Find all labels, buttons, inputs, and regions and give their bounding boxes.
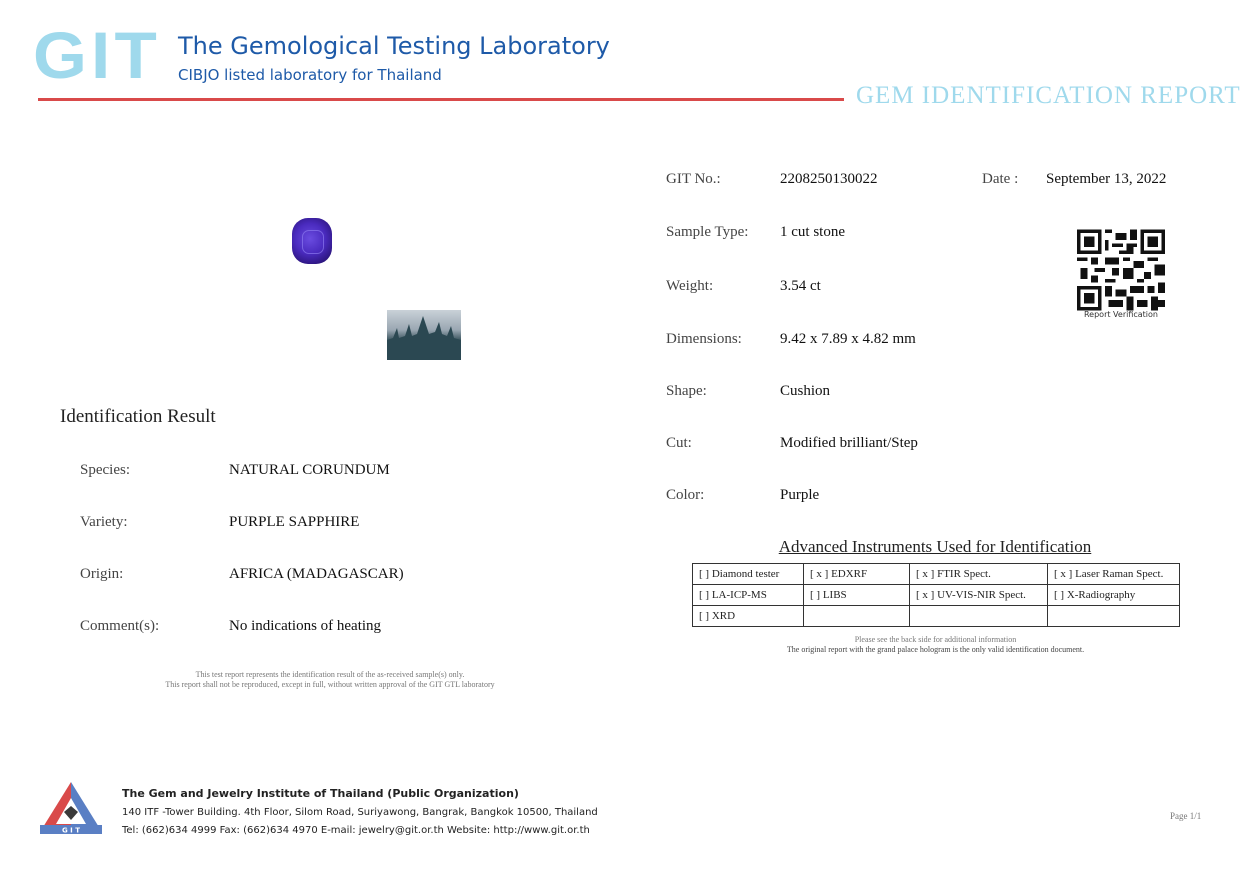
shape-label: Shape: bbox=[666, 383, 707, 399]
qr-code-icon[interactable] bbox=[1077, 229, 1165, 311]
instrument-cell: [ x ] EDXRF bbox=[803, 563, 910, 585]
git-emblem-icon: G I T bbox=[40, 782, 102, 835]
qr-label: Report Verification bbox=[1083, 310, 1158, 319]
instruments-title: Advanced Instruments Used for Identifica… bbox=[778, 537, 1092, 556]
page-number: Page 1/1 bbox=[1170, 811, 1202, 821]
dimensions-value: 9.42 x 7.89 x 4.82 mm bbox=[780, 331, 916, 347]
comment-value: No indications of heating bbox=[229, 618, 382, 634]
svg-text:G I T: G I T bbox=[62, 827, 80, 835]
disclaimer-line-2: This report shall not be reproduced, exc… bbox=[165, 680, 495, 689]
table-row: [ ] LA-ICP-MS [ ] LIBS [ x ] UV-VIS-NIR … bbox=[692, 584, 1180, 606]
dimensions-label: Dimensions: bbox=[666, 331, 742, 347]
institute-name: The Gem and Jewelry Institute of Thailan… bbox=[122, 787, 519, 800]
instrument-cell bbox=[1047, 605, 1180, 627]
instrument-cell: [ ] X-Radiography bbox=[1047, 584, 1180, 606]
git-logo: GIT bbox=[32, 18, 162, 92]
table-row: [ ] Diamond tester [ x ] EDXRF [ x ] FTI… bbox=[692, 563, 1180, 585]
header-divider bbox=[38, 98, 844, 101]
lab-name: The Gemological Testing Laboratory bbox=[178, 32, 610, 60]
sample-type-label: Sample Type: bbox=[666, 224, 749, 240]
variety-value: PURPLE SAPPHIRE bbox=[229, 514, 360, 530]
gemstone-facet bbox=[302, 230, 324, 254]
git-no-value: 2208250130022 bbox=[780, 171, 878, 187]
lab-subtitle: CIBJO listed laboratory for Thailand bbox=[178, 66, 442, 84]
instrument-cell: [ ] LA-ICP-MS bbox=[692, 584, 804, 606]
disclaimer-line-1: This test report represents the identifi… bbox=[195, 670, 465, 679]
variety-label: Variety: bbox=[80, 514, 128, 530]
date-label: Date : bbox=[982, 171, 1019, 187]
git-no-label: GIT No.: bbox=[666, 171, 721, 187]
species-value: NATURAL CORUNDUM bbox=[229, 462, 390, 478]
palace-silhouette-icon bbox=[387, 316, 461, 360]
instruments-table: [ ] Diamond tester [ x ] EDXRF [ x ] FTI… bbox=[692, 563, 1180, 627]
sample-type-value: 1 cut stone bbox=[780, 224, 845, 240]
report-title: GEM IDENTIFICATION REPORT bbox=[856, 82, 1241, 109]
table-row: [ ] XRD bbox=[692, 605, 1180, 627]
color-label: Color: bbox=[666, 487, 705, 503]
instrument-cell: [ ] XRD bbox=[692, 605, 804, 627]
instruments-note-1: Please see the back side for additional … bbox=[854, 635, 1017, 644]
cut-label: Cut: bbox=[666, 435, 692, 451]
instrument-cell: [ x ] UV-VIS-NIR Spect. bbox=[909, 584, 1048, 606]
grand-palace-hologram bbox=[387, 310, 461, 360]
institute-contact: Tel: (662)634 4999 Fax: (662)634 4970 E-… bbox=[122, 825, 590, 836]
institute-address: 140 ITF -Tower Building. 4th Floor, Silo… bbox=[122, 807, 598, 818]
instrument-cell: [ x ] Laser Raman Spect. bbox=[1047, 563, 1180, 585]
color-value: Purple bbox=[780, 487, 820, 503]
instrument-cell: [ ] Diamond tester bbox=[692, 563, 804, 585]
weight-value: 3.54 ct bbox=[780, 278, 821, 294]
cut-value: Modified brilliant/Step bbox=[780, 435, 918, 451]
identification-title: Identification Result bbox=[60, 406, 216, 427]
shape-value: Cushion bbox=[780, 383, 831, 399]
instruments-note-2: The original report with the grand palac… bbox=[786, 645, 1085, 654]
species-label: Species: bbox=[80, 462, 130, 478]
instrument-cell bbox=[909, 605, 1048, 627]
origin-value: AFRICA (MADAGASCAR) bbox=[229, 566, 404, 582]
instrument-cell: [ x ] FTIR Spect. bbox=[909, 563, 1048, 585]
comment-label: Comment(s): bbox=[80, 618, 160, 634]
instrument-cell: [ ] LIBS bbox=[803, 584, 910, 606]
weight-label: Weight: bbox=[666, 278, 714, 294]
instrument-cell bbox=[803, 605, 910, 627]
date-value: September 13, 2022 bbox=[1046, 171, 1167, 187]
origin-label: Origin: bbox=[80, 566, 124, 582]
